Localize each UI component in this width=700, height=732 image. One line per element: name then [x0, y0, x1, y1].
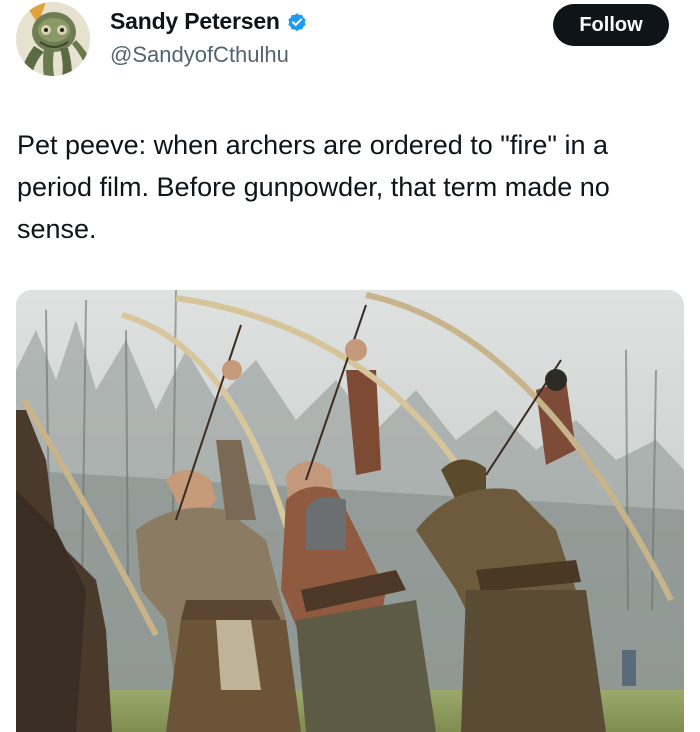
avatar[interactable]: [16, 2, 90, 76]
cthulhu-avatar-icon: [16, 2, 90, 76]
author-handle[interactable]: @SandyofCthulhu: [110, 42, 289, 68]
tweet-photo[interactable]: [16, 290, 684, 732]
archers-photo-image: [16, 290, 684, 732]
author-name-row: Sandy Petersen: [110, 8, 308, 35]
verified-badge-icon: [288, 12, 306, 31]
author-display-name[interactable]: Sandy Petersen: [110, 8, 280, 35]
tweet-text: Pet peeve: when archers are ordered to "…: [17, 130, 610, 244]
follow-button[interactable]: Follow: [553, 4, 669, 46]
tweet-header: Sandy Petersen @SandyofCthulhu Follow: [0, 0, 700, 90]
